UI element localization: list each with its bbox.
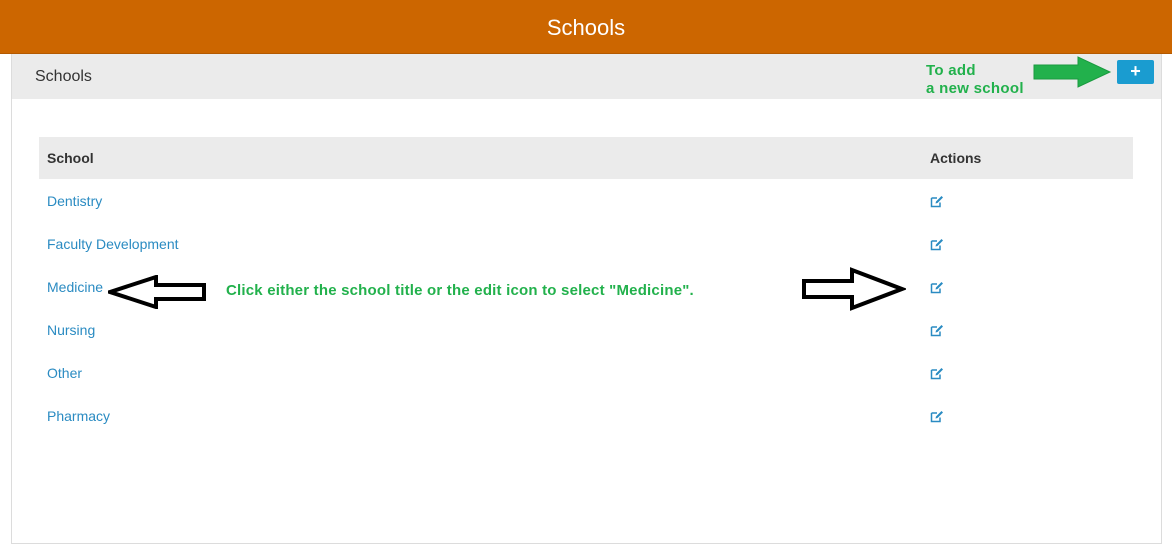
table-row: Dentistry — [39, 179, 1133, 222]
green-arrow-right-icon — [1033, 56, 1112, 88]
add-note-line-2: a new school — [926, 80, 1024, 97]
add-school-annotation: To add a new school — [926, 62, 1024, 98]
column-header-actions: Actions — [922, 137, 1133, 179]
edit-icon[interactable] — [930, 410, 944, 423]
school-cell: Pharmacy — [39, 394, 922, 437]
add-note-line-1: To add — [926, 62, 976, 79]
school-cell: Other — [39, 351, 922, 394]
page-title: Schools — [546, 15, 626, 40]
school-link[interactable]: Nursing — [47, 322, 95, 338]
actions-cell — [922, 222, 1133, 265]
school-cell: Faculty Development — [39, 222, 922, 265]
top-header: Schools — [0, 0, 1172, 54]
edit-icon[interactable] — [930, 324, 944, 337]
actions-cell — [922, 179, 1133, 222]
school-link[interactable]: Pharmacy — [47, 408, 110, 424]
edit-icon[interactable] — [930, 281, 944, 294]
table-row: Other — [39, 351, 1133, 394]
add-school-button[interactable]: + — [1117, 60, 1154, 84]
plus-icon: + — [1130, 61, 1141, 81]
school-link[interactable]: Other — [47, 365, 82, 381]
edit-icon[interactable] — [930, 367, 944, 380]
school-link[interactable]: Medicine — [47, 279, 103, 295]
actions-cell — [922, 351, 1133, 394]
edit-icon[interactable] — [930, 195, 944, 208]
table-header-row: School Actions — [39, 137, 1133, 179]
school-cell: Nursing — [39, 308, 922, 351]
actions-cell — [922, 394, 1133, 437]
actions-cell — [922, 265, 1133, 308]
instruction-annotation: Click either the school title or the edi… — [226, 282, 694, 299]
panel-heading: Schools To add a new school + — [12, 54, 1161, 99]
column-header-school: School — [39, 137, 922, 179]
black-arrow-right-icon — [802, 267, 906, 311]
panel-title: Schools — [35, 68, 92, 85]
edit-icon[interactable] — [930, 238, 944, 251]
actions-cell — [922, 308, 1133, 351]
school-link[interactable]: Dentistry — [47, 193, 102, 209]
table-row: Nursing — [39, 308, 1133, 351]
school-link[interactable]: Faculty Development — [47, 236, 179, 252]
black-arrow-left-icon — [108, 275, 206, 309]
table-row: Faculty Development — [39, 222, 1133, 265]
table-row: Pharmacy — [39, 394, 1133, 437]
school-cell: Dentistry — [39, 179, 922, 222]
